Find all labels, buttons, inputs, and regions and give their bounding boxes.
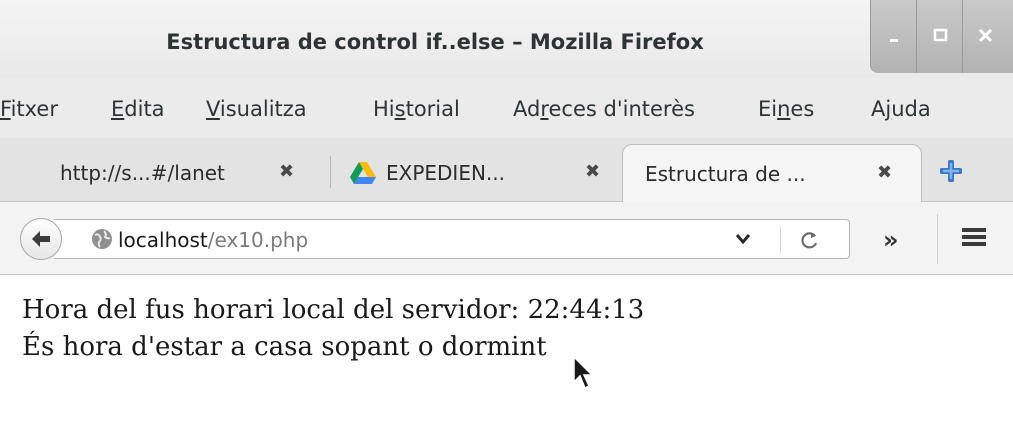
tab-expedient[interactable]: EXPEDIEN... ✖ [340, 144, 620, 202]
back-button[interactable] [20, 218, 62, 260]
globe-icon [92, 229, 112, 249]
tab-estructura[interactable]: Estructura de ... ✖ [622, 144, 922, 202]
menu-bar: Fitxer Edita Visualitza Historial Adrece… [0, 78, 1013, 138]
content-line-time: Hora del fus horari local del servidor: … [22, 295, 645, 325]
tab-close-icon[interactable]: ✖ [585, 161, 600, 182]
window-titlebar[interactable]: Estructura de control if..else – Mozilla… [0, 0, 1013, 78]
menu-item-visualitza[interactable]: Visualitza [206, 97, 307, 121]
close-button[interactable] [962, 0, 1013, 73]
plus-icon[interactable] [940, 160, 962, 182]
maximize-button[interactable] [916, 0, 962, 73]
tab-label: http://s...#/lanet [60, 161, 225, 185]
tab-close-icon[interactable]: ✖ [279, 161, 294, 182]
url-path: /ex10.php [207, 228, 309, 252]
arrow-left-icon [32, 231, 50, 247]
menu-item-eines[interactable]: Eines [758, 97, 814, 121]
tab-close-icon[interactable]: ✖ [877, 162, 892, 183]
menu-mnemonic: r [540, 97, 549, 121]
url-bar[interactable]: localhost/ex10.php [54, 219, 850, 259]
chevron-down-icon[interactable] [734, 232, 752, 246]
menu-item-label: itxer [10, 97, 58, 121]
url-text[interactable]: localhost/ex10.php [118, 228, 308, 252]
navigation-bar: localhost/ex10.php » [0, 202, 1013, 275]
tab-lanet[interactable]: http://s...#/lanet ✖ [40, 144, 320, 202]
reload-icon[interactable] [800, 229, 820, 251]
menu-mnemonic: E [111, 97, 125, 121]
menu-item-label: torial [405, 97, 460, 121]
menu-item-label: eces d'interès [548, 97, 695, 121]
tab-strip: http://s...#/lanet ✖ EXPEDIEN... ✖ Estru… [0, 138, 1013, 202]
menu-item-fitxer[interactable]: Fitxer [0, 97, 58, 121]
url-divider [780, 227, 781, 253]
menu-item-label: dita [124, 97, 165, 121]
mouse-cursor-icon [573, 355, 594, 390]
toolbar-divider [937, 214, 938, 264]
page-content: Hora del fus horari local del servidor: … [0, 275, 1013, 421]
url-host: localhost [118, 228, 208, 252]
menu-mnemonic: V [206, 97, 220, 121]
tab-separator [330, 156, 331, 188]
menu-item-label: Ad [513, 97, 541, 121]
overflow-button[interactable]: » [883, 226, 899, 254]
menu-item-label: A [871, 97, 886, 121]
content-line-status: És hora d'estar a casa sopant o dormint [22, 332, 547, 362]
menu-item-ajuda[interactable]: Ajuda [871, 97, 931, 121]
maximize-icon [933, 28, 948, 42]
menu-item-label: isualitza [219, 97, 307, 121]
menu-item-label: uda [891, 97, 931, 121]
minimize-button[interactable] [870, 0, 916, 73]
menu-item-edita[interactable]: Edita [111, 97, 165, 121]
window-title: Estructura de control if..else – Mozilla… [166, 30, 704, 54]
menu-item-label: Ei [758, 97, 778, 121]
tab-label: EXPEDIEN... [386, 161, 506, 185]
menu-item-label: Hi [373, 97, 395, 121]
close-icon [978, 28, 993, 43]
google-drive-icon [350, 162, 376, 184]
menu-item-label: es [790, 97, 815, 121]
menu-item-historial[interactable]: Historial [373, 97, 460, 121]
tab-label: Estructura de ... [645, 162, 806, 186]
menu-mnemonic: s [394, 97, 406, 121]
menu-item-adreces[interactable]: Adreces d'interès [513, 97, 695, 121]
menu-mnemonic: F [0, 97, 11, 121]
minimize-icon [890, 39, 898, 42]
hamburger-icon[interactable] [962, 226, 986, 248]
menu-mnemonic: n [777, 97, 791, 121]
